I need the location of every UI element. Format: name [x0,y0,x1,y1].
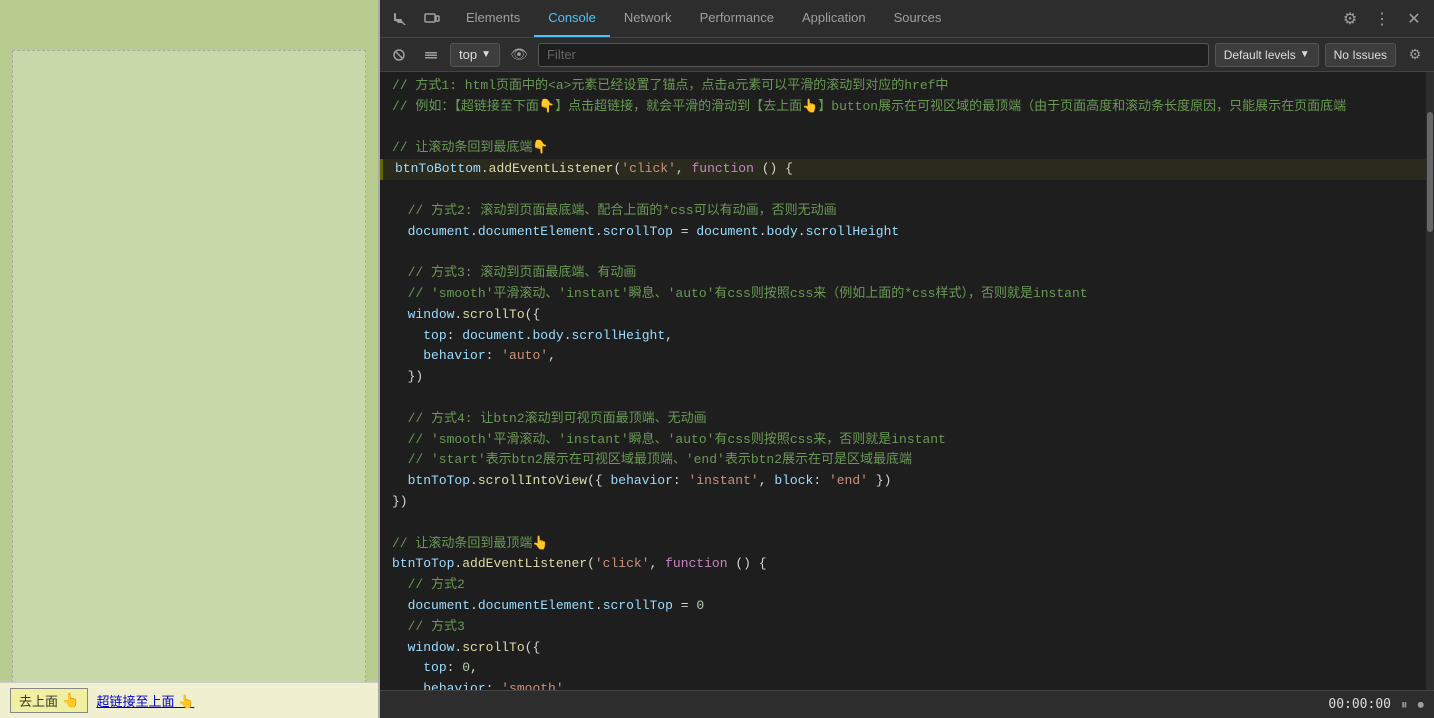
time-display: 00:00:00 [1328,697,1391,712]
record-button[interactable]: ⏺ [1418,697,1425,713]
console-settings-button[interactable]: ⚙ [1402,42,1428,68]
top-context-dropdown[interactable]: top ▼ [450,43,500,67]
code-line-26: document.documentElement.scrollTop = 0 [380,596,1426,617]
tab-elements[interactable]: Elements [452,0,534,37]
webpage-bottom-bar: 去上面 👆 超链接至上面 👆 [0,682,378,718]
pause-button[interactable]: ⏸ [1401,697,1408,713]
webpage-preview: 去上面 👆 超链接至上面 👆 [0,0,380,718]
devtools-main: // 方式1: html页面中的<a>元素已经设置了锚点，点击a元素可以平滑的滚… [380,72,1434,690]
clear-console-button[interactable] [386,42,412,68]
code-line-2: // 例如：【超链接至下面👇】点击超链接，就会平滑的滑动到【去上面👆】butto… [380,97,1426,118]
code-line-17: // 方式4: 让btn2滚动到可视页面最顶端、无动画 [380,409,1426,430]
inspect-element-button[interactable] [386,5,414,33]
code-line-6 [380,180,1426,201]
code-line-20: btnToTop.scrollIntoView({ behavior: 'ins… [380,471,1426,492]
tab-application[interactable]: Application [788,0,880,37]
code-line-25: // 方式2 [380,575,1426,596]
webpage-content [12,50,366,708]
code-line-28: window.scrollTo({ [380,638,1426,659]
console-output[interactable]: // 方式1: html页面中的<a>元素已经设置了锚点，点击a元素可以平滑的滚… [380,72,1426,690]
toolbar-right-controls: ⚙ ⋮ ✕ [1338,7,1434,31]
devtools-more-button[interactable]: ⋮ [1370,7,1394,31]
go-up-label: 去上面 [19,691,58,710]
dropdown-arrow-icon: ▼ [481,49,491,60]
devtools-toolbar: Elements Console Network Performance App… [380,0,1434,38]
clear-button-2[interactable] [418,42,444,68]
scroll-thumb[interactable] [1427,112,1433,232]
code-line-8: document.documentElement.scrollTop = doc… [380,222,1426,243]
code-line-11: // 'smooth'平滑滚动、'instant'瞬息、'auto'有css则按… [380,284,1426,305]
code-line-22 [380,513,1426,534]
devtools-close-button[interactable]: ✕ [1402,7,1426,31]
code-line-16 [380,388,1426,409]
code-line-9 [380,242,1426,263]
console-filter-input[interactable] [538,43,1209,67]
code-line-23: // 让滚动条回到最顶端👆 [380,534,1426,555]
tab-performance[interactable]: Performance [686,0,788,37]
code-line-29: top: 0, [380,658,1426,679]
go-up-button[interactable]: 去上面 👆 [10,688,88,713]
console-toolbar: top ▼ 👁 Default levels ▼ No Issues ⚙ [380,38,1434,72]
code-line-18: // 'smooth'平滑滚动、'instant'瞬息、'auto'有css则按… [380,430,1426,451]
levels-arrow-icon: ▼ [1300,49,1310,60]
code-line-7: // 方式2: 滚动到页面最底端、配合上面的*css可以有动画，否则无动画 [380,201,1426,222]
code-line-21: }) [380,492,1426,513]
code-line-12: window.scrollTo({ [380,305,1426,326]
code-line-10: // 方式3: 滚动到页面最底端、有动画 [380,263,1426,284]
toolbar-left-icons [380,5,452,33]
default-levels-dropdown[interactable]: Default levels ▼ [1215,43,1319,67]
code-line-14: behavior: 'auto', [380,346,1426,367]
code-line-4: // 让滚动条回到最底端👇 [380,138,1426,159]
code-line-5: btnToBottom.addEventListener('click', fu… [380,159,1426,180]
code-line-15: }) [380,367,1426,388]
tab-sources[interactable]: Sources [880,0,956,37]
no-issues-button[interactable]: No Issues [1325,43,1396,67]
console-scrollbar[interactable] [1426,72,1434,690]
code-line-27: // 方式3 [380,617,1426,638]
tab-network[interactable]: Network [610,0,686,37]
code-line-24: btnToTop.addEventListener('click', funct… [380,554,1426,575]
code-line-19: // 'start'表示btn2展示在可视区域最顶端、'end'表示btn2展示… [380,450,1426,471]
devtools-settings-button[interactable]: ⚙ [1338,7,1362,31]
device-toolbar-button[interactable] [418,5,446,33]
devtools-tabs: Elements Console Network Performance App… [452,0,955,37]
code-line-13: top: document.body.scrollHeight, [380,326,1426,347]
code-line-1: // 方式1: html页面中的<a>元素已经设置了锚点，点击a元素可以平滑的滚… [380,76,1426,97]
live-expressions-button[interactable]: 👁 [506,42,532,68]
tab-console[interactable]: Console [534,0,610,37]
scroll-link[interactable]: 超链接至上面 👆 [96,691,194,710]
devtools-panel: Elements Console Network Performance App… [380,0,1434,718]
code-line-3 [380,118,1426,139]
devtools-bottom-bar: 00:00:00 ⏸ ⏺ [380,690,1434,718]
code-line-30: behavior: 'smooth', [380,679,1426,690]
go-up-finger-icon: 👆 [62,692,79,709]
